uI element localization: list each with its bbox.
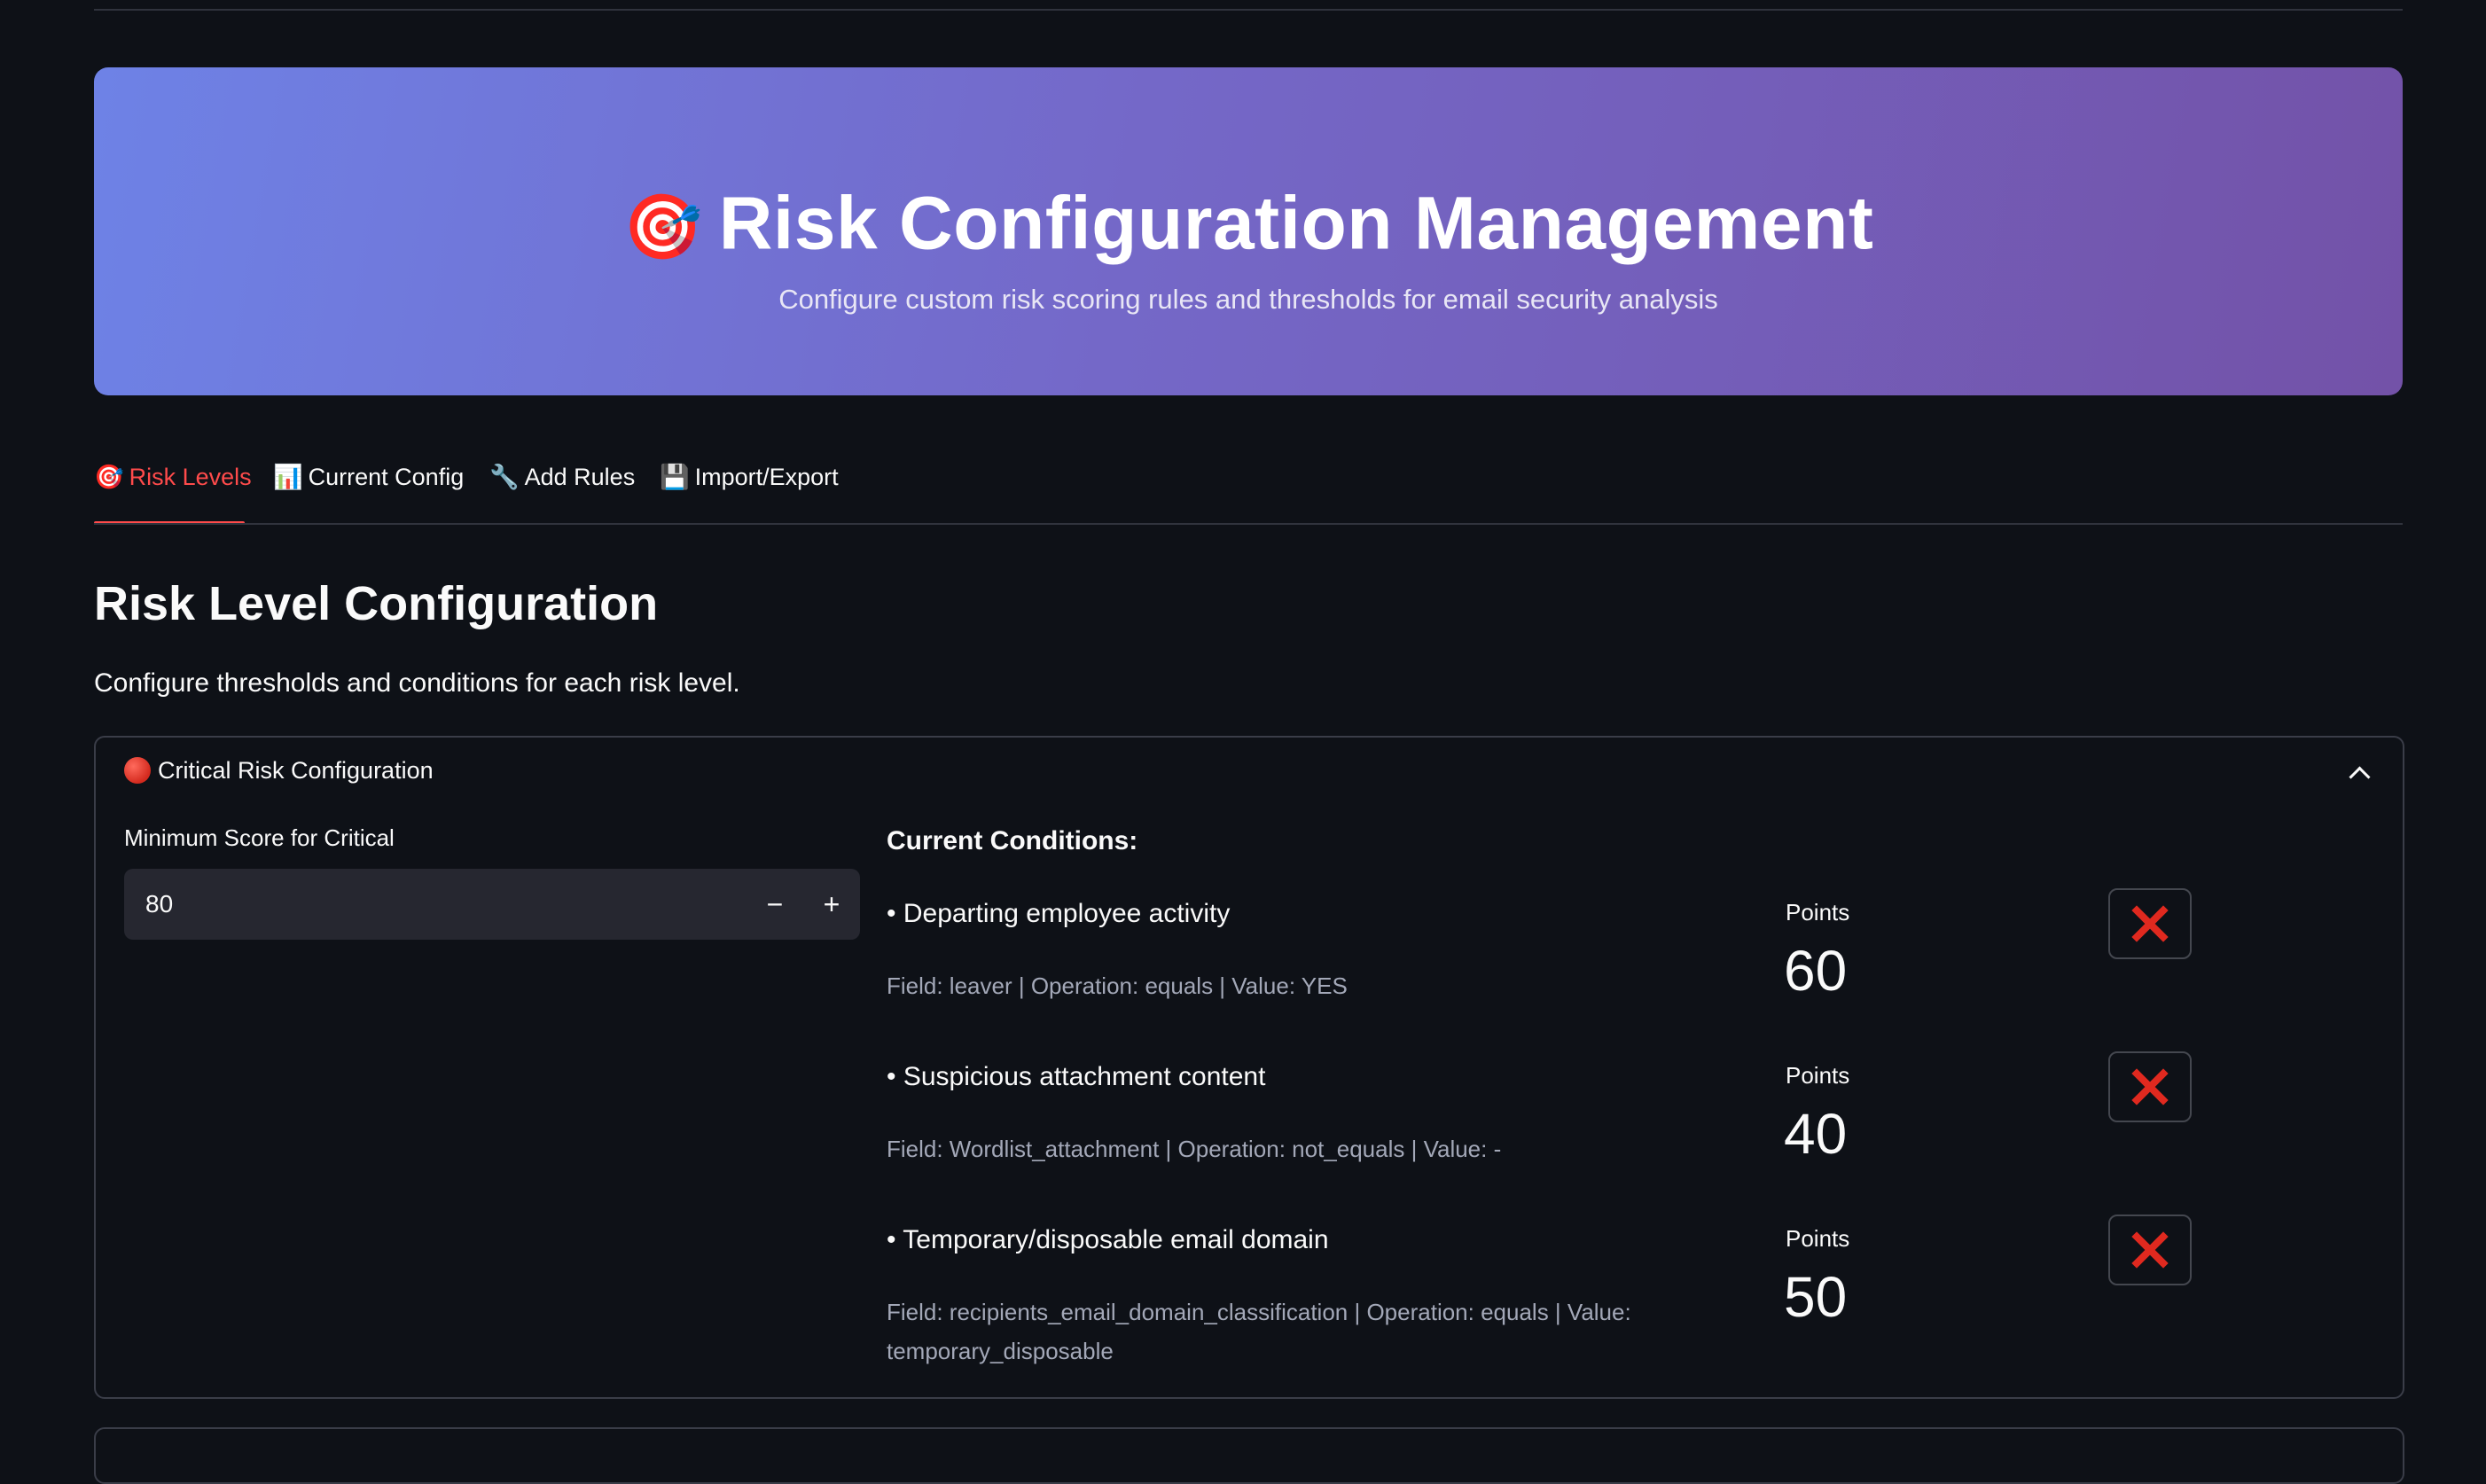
condition-item: • Temporary/disposable email domain Fiel… — [887, 1215, 2305, 1376]
conditions-title: Current Conditions: — [887, 826, 1138, 855]
target-icon: 🎯 — [622, 191, 703, 263]
tab-add-rules[interactable]: 🔧 Add Rules — [489, 463, 635, 491]
tab-risk-levels[interactable]: 🎯 Risk Levels — [94, 463, 252, 491]
increment-button[interactable]: + — [803, 869, 860, 940]
next-risk-expander[interactable] — [94, 1427, 2404, 1484]
tab-label: Risk Levels — [129, 464, 252, 490]
critical-risk-expander: Critical Risk Configuration Minimum Scor… — [94, 736, 2404, 1399]
points-value: 40 — [1784, 1102, 1848, 1166]
condition-details: Field: recipients_email_domain_classific… — [887, 1299, 1631, 1364]
section-description: Configure thresholds and conditions for … — [94, 668, 740, 698]
floppy-disk-icon: 💾 — [660, 464, 690, 490]
condition-name: • Temporary/disposable email domain — [887, 1225, 1329, 1254]
close-icon — [2131, 1068, 2169, 1105]
min-score-input[interactable]: 80 − + — [124, 869, 860, 940]
chevron-up-icon[interactable] — [2349, 766, 2371, 788]
delete-condition-button[interactable] — [2108, 888, 2192, 959]
page-title: 🎯 Risk Configuration Management — [94, 181, 2403, 267]
points-value: 60 — [1784, 939, 1848, 1003]
expander-header[interactable]: Critical Risk Configuration — [124, 757, 434, 785]
page-subtitle: Configure custom risk scoring rules and … — [778, 284, 1718, 315]
tab-label: Import/Export — [694, 464, 839, 490]
wrench-icon: 🔧 — [489, 464, 520, 490]
condition-item: • Departing employee activity Field: lea… — [887, 888, 2305, 1050]
min-score-label: Minimum Score for Critical — [124, 824, 395, 851]
tab-current-config[interactable]: 📊 Current Config — [273, 463, 464, 491]
points-label: Points — [1786, 899, 1850, 926]
delete-condition-button[interactable] — [2108, 1051, 2192, 1122]
condition-item: • Suspicious attachment content Field: W… — [887, 1051, 2305, 1213]
close-icon — [2131, 905, 2169, 942]
condition-name: • Suspicious attachment content — [887, 1062, 1266, 1091]
tab-bar: 🎯 Risk Levels 📊 Current Config 🔧 Add Rules … — [94, 443, 2403, 525]
section-title: Risk Level Configuration — [94, 577, 659, 630]
delete-condition-button[interactable] — [2108, 1215, 2192, 1285]
target-icon: 🎯 — [94, 464, 124, 490]
points-value: 50 — [1784, 1265, 1848, 1329]
tabs-divider — [94, 523, 2403, 525]
condition-details: Field: Wordlist_attachment | Operation: … — [887, 1136, 1502, 1162]
tab-label: Current Config — [308, 464, 465, 490]
close-icon — [2131, 1231, 2169, 1269]
top-divider — [94, 9, 2403, 11]
tab-import-export[interactable]: 💾 Import/Export — [660, 463, 839, 491]
points-label: Points — [1786, 1062, 1850, 1089]
points-label: Points — [1786, 1225, 1850, 1252]
red-circle-icon — [124, 757, 151, 784]
bar-chart-icon: 📊 — [273, 464, 303, 490]
condition-name: • Departing employee activity — [887, 899, 1231, 928]
page-title-text: Risk Configuration Management — [718, 181, 1874, 265]
decrement-button[interactable]: − — [747, 869, 803, 940]
condition-details: Field: leaver | Operation: equals | Valu… — [887, 972, 1348, 999]
tab-label: Add Rules — [524, 464, 636, 490]
hero-banner: 🎯 Risk Configuration Management Configure… — [94, 67, 2403, 395]
expander-title: Critical Risk Configuration — [158, 757, 434, 784]
min-score-value[interactable]: 80 — [145, 869, 173, 940]
